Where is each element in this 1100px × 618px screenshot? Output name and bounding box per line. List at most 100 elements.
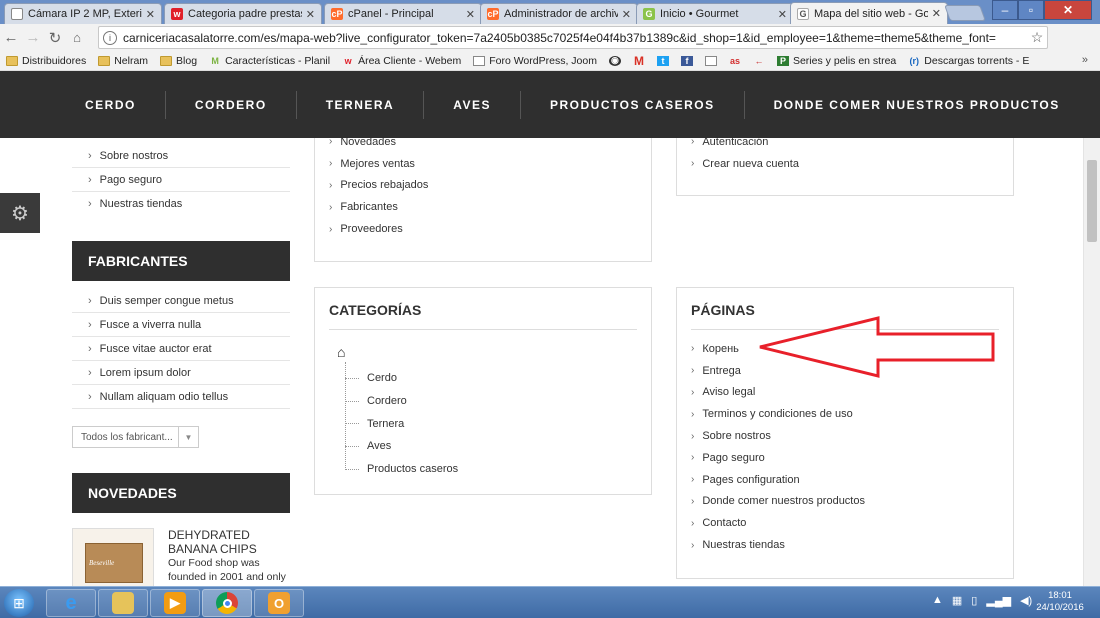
list-item[interactable]: › Pago seguro <box>72 168 290 192</box>
nav-item-productos-caseros[interactable]: PRODUCTOS CASEROS <box>521 90 745 119</box>
list-item[interactable]: › Duis semper congue metus <box>72 289 290 313</box>
list-item[interactable]: › Fusce vitae auctor erat <box>72 337 290 361</box>
chevron-down-icon: ▼ <box>178 427 198 447</box>
bookmark-series[interactable]: P Series y pelis en strea <box>776 55 896 67</box>
select-value: Todos los fabricant... <box>81 431 173 443</box>
list-item[interactable]: › Novedades <box>329 138 428 153</box>
bookmark-distribuidores[interactable]: Distribuidores <box>6 55 86 67</box>
browser-tab-4[interactable]: cP Administrador de archivo ✕ <box>480 3 638 24</box>
minimize-button[interactable]: – <box>992 0 1018 20</box>
browser-tab-2[interactable]: w Categoria padre prestash ✕ <box>164 3 322 24</box>
chevron-right-icon: › <box>88 318 92 331</box>
close-tab-icon[interactable]: ✕ <box>622 8 631 21</box>
list-item[interactable]: › Proveedores <box>329 218 428 240</box>
close-tab-icon[interactable]: ✕ <box>932 7 941 20</box>
taskbar-ie[interactable]: e <box>46 589 96 617</box>
bookmark-icon-only[interactable]: ◉ <box>608 55 625 66</box>
list-item[interactable]: › Pago seguro <box>691 447 865 469</box>
home-icon[interactable]: ⌂ <box>66 30 88 45</box>
bookmark-foro-wordpress[interactable]: Foro WordPress, Joom <box>473 55 597 67</box>
list-item[interactable]: › Mejores ventas <box>329 153 428 175</box>
list-item[interactable]: › Pages configuration <box>691 469 865 491</box>
reload-icon[interactable]: ↻ <box>44 29 66 47</box>
list-item[interactable]: › Lorem ipsum dolor <box>72 361 290 385</box>
bookmark-caracteristicas[interactable]: M Características - Planil <box>209 55 330 67</box>
list-item[interactable]: › Fabricantes <box>329 196 428 218</box>
bookmark-as[interactable]: as <box>729 56 745 66</box>
list-item[interactable]: › Fusce a viverra nulla <box>72 313 290 337</box>
list-item[interactable]: › Autenticación <box>691 138 799 153</box>
forward-icon[interactable]: → <box>22 29 44 46</box>
close-tab-icon[interactable]: ✕ <box>306 8 315 21</box>
browser-tab-1[interactable]: Cámara IP 2 MP, Exterior ✕ <box>4 3 162 24</box>
nav-item-cordero[interactable]: CORDERO <box>166 90 297 119</box>
system-clock[interactable]: 18:01 24/10/2016 <box>1028 590 1092 614</box>
list-item[interactable]: › Crear nueva cuenta <box>691 153 799 175</box>
list-item[interactable]: › Terminos y condiciones de uso <box>691 403 865 425</box>
bookmark-twitter[interactable]: t <box>656 55 673 66</box>
start-button[interactable]: ⊞ <box>4 589 34 617</box>
browser-tab-5[interactable]: G Inicio • Gourmet ✕ <box>636 3 794 24</box>
chevron-right-icon: › <box>691 408 695 420</box>
taskbar-media-player[interactable]: ▶ <box>150 589 200 617</box>
home-icon[interactable]: ⌂ <box>337 344 345 360</box>
product-image[interactable]: Beseville <box>72 528 154 586</box>
close-tab-icon[interactable]: ✕ <box>778 8 787 21</box>
taskbar-outlook[interactable]: O <box>254 589 304 617</box>
scrollbar-thumb[interactable] <box>1087 160 1097 242</box>
bookmark-star-icon[interactable]: ☆ <box>1027 29 1047 46</box>
nav-item-cerdo[interactable]: CERDO <box>56 90 166 119</box>
category-label: Productos caseros <box>367 463 459 476</box>
product-name[interactable]: DEHYDRATED BANANA CHIPS <box>168 528 293 556</box>
browser-tab-3[interactable]: cP cPanel - Principal ✕ <box>324 3 482 24</box>
list-item[interactable]: › Donde comer nuestros productos <box>691 491 865 513</box>
new-tab-button[interactable] <box>944 5 986 21</box>
list-item[interactable]: › Precios rebajados <box>329 175 428 197</box>
nav-item-donde-comer[interactable]: DONDE COMER NUESTROS PRODUCTOS <box>745 91 1089 119</box>
manufacturers-select[interactable]: Todos los fabricant... ▼ <box>72 426 199 448</box>
url-text[interactable]: carniceriacasalatorre.com/es/mapa-web?li… <box>123 31 1027 45</box>
bookmark-nelram[interactable]: Nelram <box>98 55 148 67</box>
nav-item-ternera[interactable]: TERNERA <box>297 90 425 119</box>
category-item[interactable]: Cordero <box>345 390 458 413</box>
info-icon[interactable]: i <box>103 30 117 45</box>
list-item[interactable]: › Aviso legal <box>691 382 865 404</box>
category-item[interactable]: Productos caseros <box>345 458 458 481</box>
bookmark-blog[interactable]: Blog <box>160 55 197 67</box>
category-item[interactable]: Ternera <box>345 412 458 435</box>
address-bar[interactable]: i carniceriacasalatorre.com/es/mapa-web?… <box>98 26 1048 49</box>
bookmark-arrow[interactable]: ← <box>753 56 769 66</box>
tray-app-icon[interactable]: ▦ <box>952 594 962 607</box>
bookmark-page[interactable] <box>704 55 721 66</box>
list-item[interactable]: › Sobre nostros <box>691 425 865 447</box>
bookmark-label: Distribuidores <box>22 54 87 67</box>
tray-expand-icon[interactable]: ▲ <box>932 594 943 607</box>
chevron-right-icon: › <box>88 173 92 186</box>
gear-icon[interactable]: ⚙ <box>0 193 40 233</box>
category-item[interactable]: Cerdo <box>345 367 458 390</box>
back-icon[interactable]: ← <box>0 29 22 46</box>
maximize-button[interactable]: ▫ <box>1018 0 1044 20</box>
bookmark-descargas[interactable]: (r) Descargas torrents - E <box>908 55 1030 67</box>
list-item[interactable]: › Nuestras tiendas <box>691 534 865 556</box>
bookmark-area-cliente[interactable]: w Área Cliente - Webem <box>342 55 462 67</box>
list-item[interactable]: › Contacto <box>691 512 865 534</box>
close-window-button[interactable]: ✕ <box>1044 0 1092 20</box>
browser-tab-6[interactable]: G Mapa del sitio web - Gou ✕ <box>790 2 948 24</box>
nav-item-aves[interactable]: AVES <box>424 90 521 119</box>
battery-icon[interactable]: ▯ <box>971 594 977 607</box>
taskbar-explorer[interactable] <box>98 589 148 617</box>
list-item[interactable]: › Nuestras tiendas <box>72 192 290 216</box>
page-scrollbar[interactable] <box>1083 138 1100 586</box>
list-item[interactable]: › Nullam aliquam odio tellus <box>72 385 290 409</box>
close-tab-icon[interactable]: ✕ <box>146 8 155 21</box>
taskbar-chrome[interactable] <box>202 589 252 617</box>
category-item[interactable]: Aves <box>345 435 458 458</box>
bookmark-gmail[interactable]: M <box>633 54 649 68</box>
close-tab-icon[interactable]: ✕ <box>466 8 475 21</box>
bookmark-facebook[interactable]: f <box>680 55 697 66</box>
product-card[interactable]: Beseville DEHYDRATED BANANA CHIPS Our Fo… <box>72 528 290 586</box>
bookmarks-more-icon[interactable]: » <box>1082 54 1088 66</box>
network-icon[interactable]: ▂▄▆ <box>986 594 1011 607</box>
list-item[interactable]: › Sobre nostros <box>72 144 290 168</box>
